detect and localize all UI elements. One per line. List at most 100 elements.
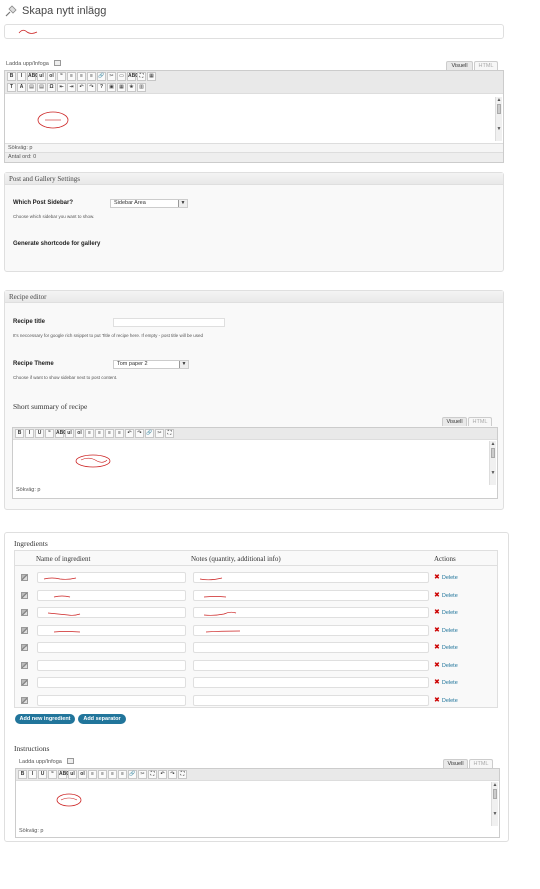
toolbar-button[interactable]: ⇥	[67, 83, 76, 92]
add-ingredient-button[interactable]: Add new ingredient	[15, 714, 75, 724]
drag-handle-icon[interactable]	[21, 644, 28, 651]
add-separator-button[interactable]: Add separator	[78, 714, 126, 724]
upload-insert-label[interactable]: Ladda upp/Infoga	[6, 61, 49, 67]
toolbar-button[interactable]: ≡	[115, 429, 124, 438]
delete-ingredient-button[interactable]: ✖ Delete	[434, 661, 458, 669]
toolbar-button[interactable]: ul	[65, 429, 74, 438]
ingredient-name-input[interactable]	[37, 677, 186, 688]
toolbar-button[interactable]: ▦	[117, 83, 126, 92]
toolbar-button[interactable]: ❀	[127, 83, 136, 92]
delete-ingredient-button[interactable]: ✖ Delete	[434, 626, 458, 634]
toolbar-button[interactable]: ol	[78, 770, 87, 779]
toolbar-button[interactable]: 🔗	[128, 770, 137, 779]
delete-ingredient-button[interactable]: ✖ Delete	[434, 696, 458, 704]
toolbar-button[interactable]: ▤	[37, 83, 46, 92]
toolbar-button[interactable]: ⛶	[165, 429, 174, 438]
toolbar-button[interactable]: U	[38, 770, 47, 779]
toolbar-button[interactable]: ≡	[67, 72, 76, 81]
tab-visual[interactable]: Visuell	[446, 61, 473, 70]
toolbar-button[interactable]: “	[48, 770, 57, 779]
toolbar-button[interactable]: I	[17, 72, 26, 81]
toolbar-button[interactable]: ol	[75, 429, 84, 438]
toolbar-button[interactable]: ▥	[137, 83, 146, 92]
drag-handle-icon[interactable]	[21, 591, 28, 599]
tab-visual[interactable]: Visuell	[442, 417, 467, 426]
drag-handle-icon[interactable]	[21, 574, 28, 581]
delete-ingredient-button[interactable]: ✖ Delete	[434, 678, 458, 686]
recipe-theme-select[interactable]: Tom paper 2 ▼	[113, 360, 189, 369]
ingredient-name-input[interactable]	[37, 642, 186, 653]
toolbar-button[interactable]: ABC	[58, 770, 70, 779]
toolbar-button[interactable]: ▤	[27, 83, 36, 92]
toolbar-button[interactable]: ✂	[155, 429, 164, 438]
delete-ingredient-button[interactable]: ✖ Delete	[434, 643, 458, 651]
drag-handle-icon[interactable]	[21, 679, 28, 686]
toolbar-button[interactable]: ≡	[77, 72, 86, 81]
drag-handle-icon[interactable]	[21, 609, 28, 616]
tab-html[interactable]: HTML	[469, 759, 493, 768]
toolbar-button[interactable]: ABC	[55, 429, 67, 438]
toolbar-button[interactable]: ⛶	[137, 72, 146, 81]
ingredient-notes-input[interactable]	[193, 572, 429, 583]
toolbar-button[interactable]: ABC	[27, 72, 39, 81]
ingredient-notes-input[interactable]	[193, 659, 429, 671]
recipe-title-input[interactable]	[113, 318, 225, 327]
editor-scrollbar[interactable]: ▲ ▼	[491, 782, 498, 826]
toolbar-button[interactable]: ≡	[88, 770, 97, 779]
toolbar-button[interactable]: “	[45, 429, 54, 438]
toolbar-button[interactable]: B	[7, 72, 16, 81]
tab-html[interactable]: HTML	[474, 61, 498, 70]
media-icon[interactable]	[54, 60, 61, 66]
toolbar-button[interactable]: ≡	[108, 770, 117, 779]
toolbar-button[interactable]: ?	[97, 83, 106, 92]
toolbar-button[interactable]: ≡	[105, 429, 114, 438]
toolbar-button[interactable]: Ω	[47, 83, 56, 92]
toolbar-button[interactable]: I	[25, 429, 34, 438]
delete-ingredient-button[interactable]: ✖ Delete	[434, 608, 458, 616]
toolbar-button[interactable]: ol	[47, 72, 56, 81]
ingredient-notes-input[interactable]	[193, 607, 429, 618]
toolbar-button[interactable]: ▦	[147, 72, 156, 81]
ingredient-name-input[interactable]	[37, 572, 186, 583]
editor-scrollbar[interactable]: ▲ ▼	[495, 97, 502, 141]
instructions-editor[interactable]: B I U “ABC ul ol ≡ ≡ ≡ ≡ 🔗 ✂ ⛶ ↶ ↷ ⛶ ▲ ▼ Sökväg: p	[15, 768, 500, 838]
toolbar-button[interactable]: U	[35, 429, 44, 438]
toolbar-button[interactable]: ≡	[98, 770, 107, 779]
ingredient-notes-input[interactable]	[193, 624, 429, 636]
upload-insert-label[interactable]: Ladda upp/Infoga	[19, 759, 62, 765]
ingredient-name-input[interactable]	[37, 694, 186, 706]
ingredient-name-input[interactable]	[37, 659, 186, 671]
drag-handle-icon[interactable]	[21, 626, 28, 634]
toolbar-button[interactable]: B	[15, 429, 24, 438]
toolbar-button[interactable]: ≡	[85, 429, 94, 438]
toolbar-button[interactable]: ul	[37, 72, 46, 81]
ingredient-name-input[interactable]	[37, 607, 186, 618]
toolbar-button[interactable]: ul	[68, 770, 77, 779]
toolbar-button[interactable]: ↶	[77, 83, 86, 92]
toolbar-button[interactable]: ↷	[87, 83, 96, 92]
ingredient-notes-input[interactable]	[193, 677, 429, 688]
toolbar-button[interactable]: ≡	[87, 72, 96, 81]
toolbar-button[interactable]: B	[18, 770, 27, 779]
toolbar-button[interactable]: ⛶	[148, 770, 157, 779]
toolbar-button[interactable]: ↶	[125, 429, 134, 438]
delete-ingredient-button[interactable]: ✖ Delete	[434, 591, 458, 599]
drag-handle-icon[interactable]	[21, 661, 28, 669]
toolbar-button[interactable]: ⇤	[57, 83, 66, 92]
sidebar-select[interactable]: Sidebar Area ▼	[110, 199, 188, 208]
toolbar-button[interactable]: ↶	[158, 770, 167, 779]
toolbar-button[interactable]: ✂	[107, 72, 116, 81]
tab-visual[interactable]: Visuell	[443, 759, 468, 768]
post-title-input[interactable]	[4, 24, 504, 39]
toolbar-button[interactable]: I	[28, 770, 37, 779]
ingredient-name-input[interactable]	[37, 589, 186, 601]
toolbar-button[interactable]: ≡	[118, 770, 127, 779]
ingredient-notes-input[interactable]	[193, 694, 429, 706]
media-icon[interactable]	[67, 758, 74, 764]
toolbar-button[interactable]: ▣	[107, 83, 116, 92]
delete-ingredient-button[interactable]: ✖ Delete	[434, 573, 458, 581]
main-content-editor[interactable]: B I ABC ul ol “≡ ≡ ≡ 🔗 ✂ ▭ ABC ⛶ ▦ T A ▤ ▤ Ω ⇤ ⇥ ↶ ↷? ▣ ▦ ❀ ▥ ▲ ▼ …	[4, 70, 504, 163]
editor-scrollbar[interactable]: ▲ ▼	[489, 441, 496, 485]
toolbar-button[interactable]: ↷	[168, 770, 177, 779]
toolbar-button[interactable]: A	[17, 83, 26, 92]
